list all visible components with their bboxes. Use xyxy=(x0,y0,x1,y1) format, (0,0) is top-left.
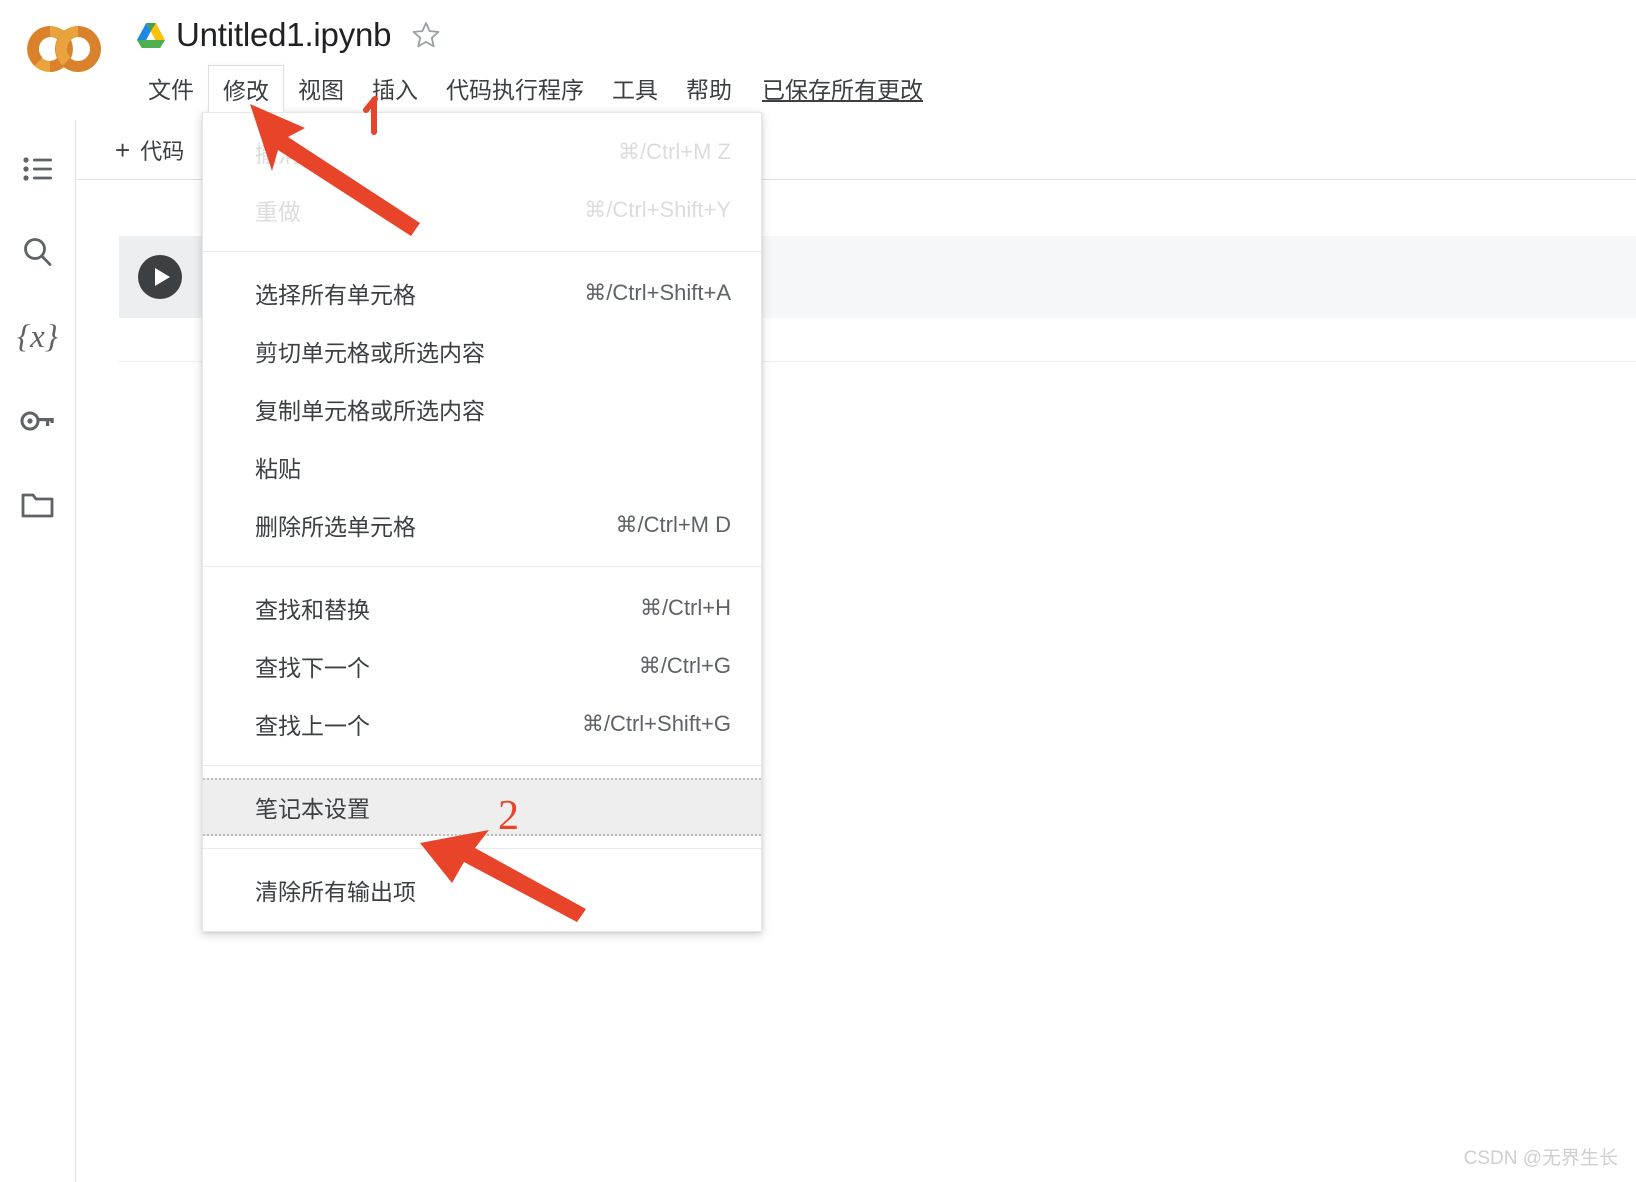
play-icon xyxy=(155,268,170,286)
menu-item-select-all-cells[interactable]: 选择所有单元格 ⌘/Ctrl+Shift+A xyxy=(203,264,761,322)
document-title[interactable]: Untitled1.ipynb xyxy=(176,16,392,54)
menu-item-shortcut: ⌘/Ctrl+M Z xyxy=(617,139,731,164)
sidebar-item-secrets[interactable] xyxy=(15,398,61,444)
menu-separator xyxy=(203,765,761,766)
cell-gutter xyxy=(119,236,201,318)
add-code-cell-label: 代码 xyxy=(140,139,185,164)
menu-item-shortcut: ⌘/Ctrl+M D xyxy=(615,512,732,537)
menu-item-label: 撤消 xyxy=(255,141,301,167)
sidebar-item-search[interactable] xyxy=(15,230,61,276)
sidebar-item-table-of-contents[interactable] xyxy=(15,146,61,192)
menu-item-undo[interactable]: 撤消 ⌘/Ctrl+M Z xyxy=(203,123,761,181)
menu-item-label: 选择所有单元格 xyxy=(255,282,416,308)
save-status-link[interactable]: 已保存所有更改 xyxy=(762,71,923,105)
menu-item-label: 查找上一个 xyxy=(255,713,370,739)
menu-item-notebook-settings[interactable]: 笔记本设置 xyxy=(203,778,761,836)
search-icon xyxy=(23,238,51,266)
document-title-row: Untitled1.ipynb xyxy=(136,8,441,62)
files-folder-icon xyxy=(21,493,53,518)
menu-item-paste[interactable]: 粘贴 xyxy=(203,438,761,496)
menu-item-find-next[interactable]: 查找下一个 ⌘/Ctrl+G xyxy=(203,637,761,695)
plus-icon: + xyxy=(115,135,131,165)
menu-separator xyxy=(203,848,761,849)
colab-app: Untitled1.ipynb 文件 修改 视图 插入 代码执行程序 工具 帮助… xyxy=(0,0,1636,1182)
menu-insert[interactable]: 插入 xyxy=(358,65,432,111)
menu-item-shortcut: ⌘/Ctrl+Shift+A xyxy=(584,280,731,305)
google-drive-icon xyxy=(137,23,165,48)
menu-item-copy-cell-or-selection[interactable]: 复制单元格或所选内容 xyxy=(203,380,761,438)
add-code-cell-button[interactable]: + 代码 xyxy=(105,130,194,170)
left-sidebar: {x} xyxy=(0,120,76,1182)
menu-item-label: 清除所有输出项 xyxy=(255,879,416,905)
colab-logo-icon xyxy=(27,26,101,72)
csdn-watermark: CSDN @无界生长 xyxy=(1463,1148,1618,1169)
menu-item-label: 重做 xyxy=(255,199,301,225)
variables-icon: {x} xyxy=(16,318,59,355)
menu-item-shortcut: ⌘/Ctrl+Shift+G xyxy=(581,711,731,736)
menu-view[interactable]: 视图 xyxy=(284,65,358,111)
run-cell-button[interactable] xyxy=(138,255,182,299)
menu-item-delete-selected-cells[interactable]: 删除所选单元格 ⌘/Ctrl+M D xyxy=(203,496,761,554)
menu-item-label: 粘贴 xyxy=(255,456,301,482)
sidebar-item-variables[interactable]: {x} xyxy=(15,314,61,360)
menu-item-label: 复制单元格或所选内容 xyxy=(255,398,485,424)
secrets-key-icon xyxy=(20,411,54,431)
menu-tools[interactable]: 工具 xyxy=(598,65,672,111)
menu-separator xyxy=(203,251,761,252)
menu-item-cut-cell-or-selection[interactable]: 剪切单元格或所选内容 xyxy=(203,322,761,380)
menu-item-label: 查找下一个 xyxy=(255,655,370,681)
menu-item-find-previous[interactable]: 查找上一个 ⌘/Ctrl+Shift+G xyxy=(203,695,761,753)
menu-help[interactable]: 帮助 xyxy=(672,65,746,111)
menu-item-label: 剪切单元格或所选内容 xyxy=(255,340,485,366)
annotation-number-2: 2 xyxy=(498,793,519,839)
table-of-contents-icon xyxy=(22,157,52,181)
colab-logo[interactable] xyxy=(26,18,104,80)
menu-item-shortcut: ⌘/Ctrl+H xyxy=(639,595,731,620)
menu-item-redo[interactable]: 重做 ⌘/Ctrl+Shift+Y xyxy=(203,181,761,239)
menu-edit[interactable]: 修改 xyxy=(208,64,284,112)
menu-item-label: 删除所选单元格 xyxy=(255,514,416,540)
menu-runtime[interactable]: 代码执行程序 xyxy=(432,65,598,111)
menu-item-shortcut: ⌘/Ctrl+Shift+Y xyxy=(584,197,731,222)
star-outline-icon[interactable] xyxy=(411,20,441,50)
menu-file[interactable]: 文件 xyxy=(134,65,208,111)
menu-item-label: 笔记本设置 xyxy=(255,796,370,822)
menu-item-clear-all-outputs[interactable]: 清除所有输出项 xyxy=(203,861,761,919)
menu-separator xyxy=(203,566,761,567)
app-header: Untitled1.ipynb 文件 修改 视图 插入 代码执行程序 工具 帮助… xyxy=(0,0,1636,120)
menu-item-shortcut: ⌘/Ctrl+G xyxy=(638,653,731,678)
edit-menu-dropdown: 撤消 ⌘/Ctrl+M Z 重做 ⌘/Ctrl+Shift+Y 选择所有单元格 … xyxy=(202,112,762,932)
menu-item-label: 查找和替换 xyxy=(255,597,370,623)
menu-bar: 文件 修改 视图 插入 代码执行程序 工具 帮助 已保存所有更改 xyxy=(134,64,923,112)
sidebar-item-files[interactable] xyxy=(15,482,61,528)
menu-item-find-and-replace[interactable]: 查找和替换 ⌘/Ctrl+H xyxy=(203,579,761,637)
